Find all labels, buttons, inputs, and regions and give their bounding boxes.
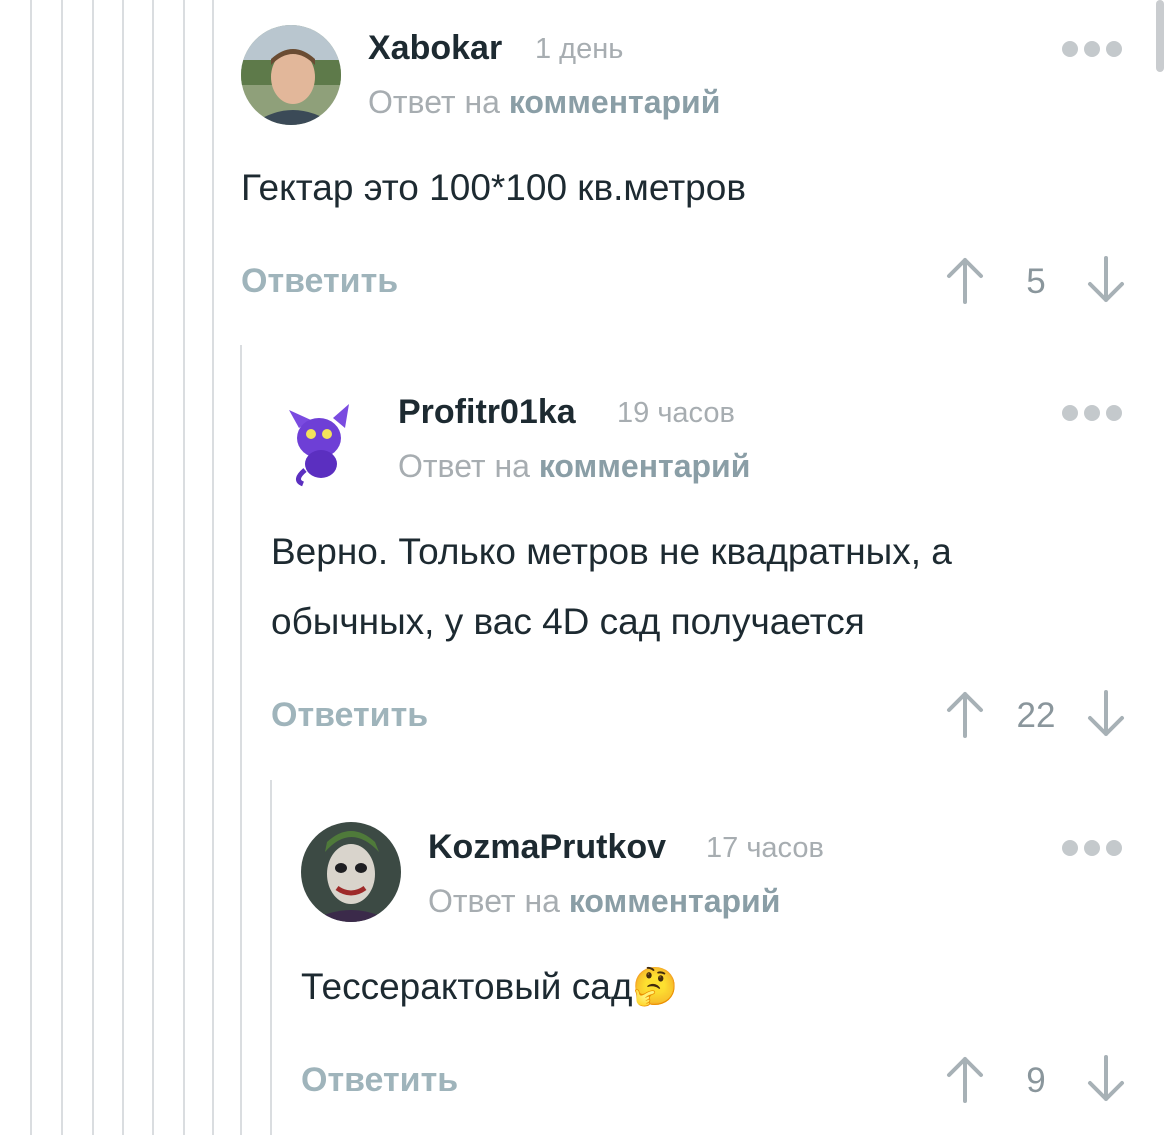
reply-button[interactable]: Ответить (271, 696, 428, 735)
thread-line (122, 0, 124, 1135)
reply-to: Ответ на комментарий (428, 883, 780, 920)
avatar-photo (241, 25, 341, 125)
thread-line (30, 0, 32, 1135)
comment-text: Тессерактовый сад🤔 (301, 952, 679, 1022)
arrow-down-icon[interactable] (1086, 690, 1126, 738)
scrollbar[interactable] (1156, 0, 1164, 72)
reply-to-prefix: Ответ на (428, 883, 560, 919)
avatar-creature (289, 404, 349, 487)
reply-button[interactable]: Ответить (241, 262, 398, 301)
author-name[interactable]: Profitr01ka (398, 393, 576, 432)
more-dots-icon[interactable] (1062, 840, 1122, 856)
avatar-photo (301, 822, 401, 922)
arrow-up-icon[interactable] (945, 690, 985, 738)
reply-to-link[interactable]: комментарий (509, 84, 721, 120)
reply-to: Ответ на комментарий (368, 84, 720, 121)
thread-line (61, 0, 63, 1135)
comment-text: Гектар это 100*100 кв.метров (241, 167, 746, 208)
reply-to-link[interactable]: комментарий (569, 883, 781, 919)
thread-line (212, 0, 214, 1135)
arrow-up-icon[interactable] (945, 1055, 985, 1103)
thread-line[interactable] (270, 780, 272, 1135)
comment-text: Верно. Только метров не квадратных, а об… (271, 517, 952, 657)
vote-score: 5 (1026, 262, 1046, 301)
author-name[interactable]: Xabokar (368, 29, 502, 68)
comment-time: 17 часов (706, 832, 824, 864)
more-dots-icon[interactable] (1062, 405, 1122, 421)
vote-score: 22 (1016, 696, 1056, 735)
reply-to-link[interactable]: комментарий (539, 448, 751, 484)
comment-text-line: обычных, у вас 4D сад получается (271, 601, 865, 642)
arrow-down-icon[interactable] (1086, 256, 1126, 304)
reply-to: Ответ на комментарий (398, 448, 750, 485)
avatar[interactable] (241, 25, 341, 125)
reply-button[interactable]: Ответить (301, 1061, 458, 1100)
comment-text-line: Верно. Только метров не квадратных, а (271, 531, 952, 572)
arrow-down-icon[interactable] (1086, 1055, 1126, 1103)
thread-line (152, 0, 154, 1135)
reply-to-prefix: Ответ на (368, 84, 500, 120)
avatar[interactable] (301, 822, 401, 922)
reply-to-prefix: Ответ на (398, 448, 530, 484)
author-name[interactable]: KozmaPrutkov (428, 828, 666, 867)
thinking-face-emoji: 🤔 (632, 966, 679, 1007)
thread-line[interactable] (240, 345, 242, 1135)
comment-time: 1 день (535, 33, 624, 65)
vote-score: 9 (1026, 1061, 1046, 1100)
thread-line (92, 0, 94, 1135)
more-dots-icon[interactable] (1062, 41, 1122, 57)
arrow-up-icon[interactable] (945, 256, 985, 304)
avatar[interactable] (271, 390, 371, 490)
comment-text-content: Тессерактовый сад (301, 966, 633, 1007)
comment-time: 19 часов (617, 397, 735, 429)
thread-line (183, 0, 185, 1135)
